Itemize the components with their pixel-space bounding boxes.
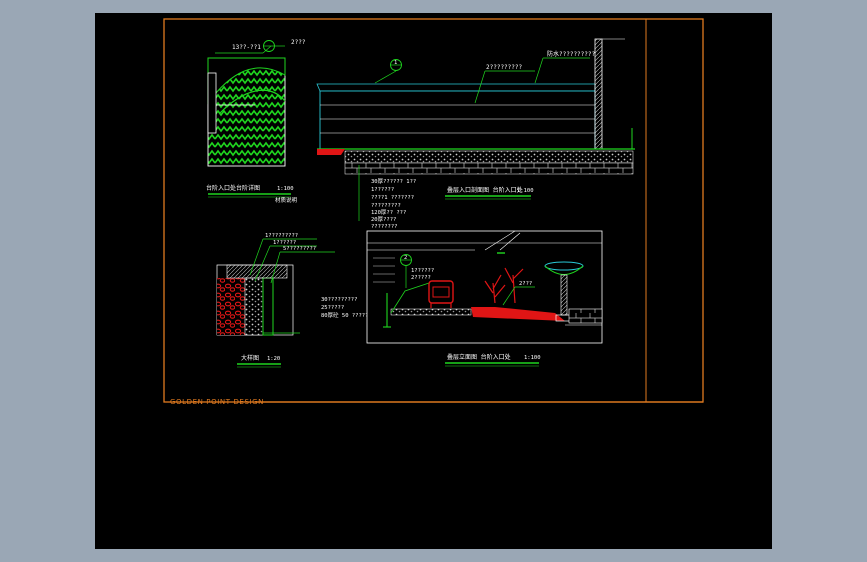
section-main-scale: 1:100: [517, 188, 534, 194]
side-note-2: 25?????: [321, 305, 344, 311]
callout-a-2: 2???: [291, 39, 306, 46]
section-main: 1 2????????? 防水?????????? 30厚?????? 1?? …: [316, 38, 635, 237]
cad-drawing-canvas[interactable]: GOLDEN POINT DESIGN 13??-??1 2??? 台阶入口处台…: [95, 13, 772, 549]
layer-callout: 120厚?? ???: [371, 209, 406, 216]
side-note-3: 80厚砼 50 ??????: [321, 311, 372, 319]
section-b-title: 叠层立面图 台阶入口处: [447, 353, 511, 361]
brand-label: GOLDEN POINT DESIGN: [170, 398, 264, 406]
section-b: 2 1?????? 2????? 2??? 叠层立面图 台阶入口处 1:100: [366, 230, 603, 367]
detail-b-title: 大样图: [241, 354, 259, 362]
callout-main-2: 防水??????????: [547, 50, 596, 58]
callout-b-3: 5?????????: [283, 246, 316, 252]
layer-callout: ????????: [371, 224, 398, 230]
callout-sb-3: 2???: [519, 281, 532, 287]
callout-a-1: 13??-??1: [232, 44, 261, 51]
section-b-scale: 1:100: [524, 355, 541, 361]
detail-a-title: 台阶入口处台阶详图: [206, 184, 260, 192]
drawing-sheet: GOLDEN POINT DESIGN 13??-??1 2??? 台阶入口处台…: [163, 18, 704, 406]
layer-callouts: 30厚?????? 1?? 1?????? ????1 ??????? ????…: [371, 178, 416, 237]
callout-main-1: 2?????????: [486, 64, 523, 71]
detail-a-note: 材质说明: [275, 196, 298, 204]
layer-callout: ????1 ???????: [371, 195, 414, 201]
detail-a: 13??-??1 2??? 台阶入口处台阶详图 1:100 材质说明: [206, 39, 306, 204]
callout-sb-1: 1??????: [411, 268, 434, 274]
section-b-marker: 2: [404, 255, 407, 261]
section-main-title: 叠层入口剖面图 台阶入口处: [447, 186, 523, 194]
callout-sb-2: 2?????: [411, 275, 431, 281]
layer-callout: 30厚?????? 1??: [371, 178, 416, 185]
layer-callout: 20厚????: [371, 216, 396, 223]
callout-b-1: 1?????????: [265, 233, 298, 239]
side-note-1: 30?????????: [321, 297, 357, 303]
layer-callout: ?????????: [371, 203, 401, 209]
detail-a-scale: 1:100: [277, 186, 294, 192]
section-main-marker: 1: [394, 60, 397, 66]
detail-b-scale: 1:20: [267, 356, 280, 362]
detail-b: 1????????? 1?????? 5????????? 30????????…: [216, 233, 372, 368]
layer-callout: 1??????: [371, 187, 394, 193]
